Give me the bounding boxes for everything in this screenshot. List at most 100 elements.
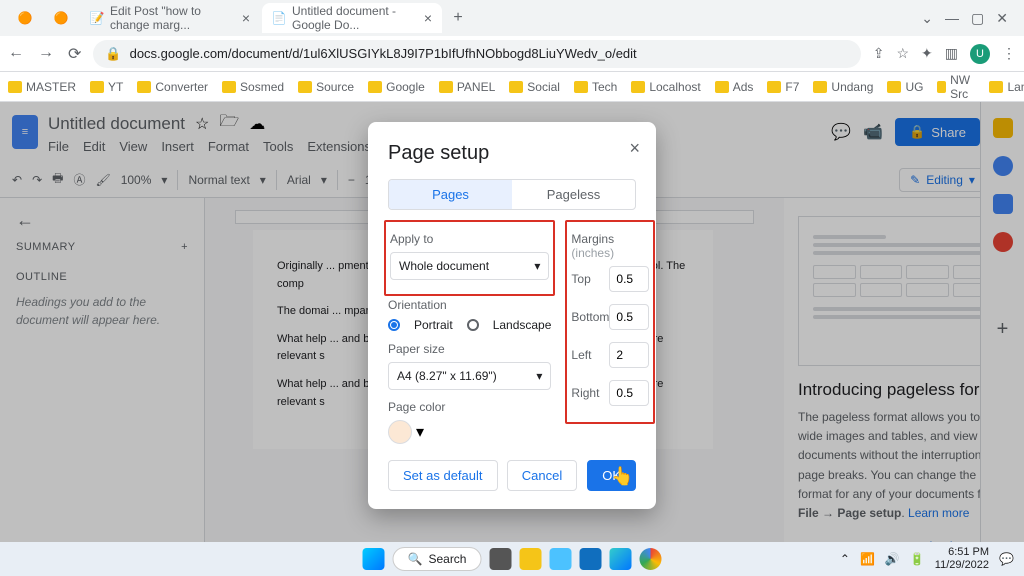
word-icon[interactable] (579, 548, 601, 570)
window-controls: ⌄ — ▢ ✕ (921, 10, 1016, 27)
folder-icon (631, 81, 645, 93)
forward-button[interactable]: → (38, 44, 54, 64)
chevron-down-icon: ▾ (536, 369, 542, 383)
speaker-icon[interactable]: 🔊 (885, 552, 900, 566)
bookmark-folder[interactable]: Converter (137, 80, 208, 94)
lock-icon: 🔒 (105, 46, 121, 62)
menu-icon[interactable]: ⋮ (1002, 45, 1016, 62)
share-icon[interactable]: ⇪ (873, 45, 885, 62)
url-input[interactable]: 🔒 docs.google.com/document/d/1ul6XlUSGIY… (93, 40, 860, 68)
margin-right-input[interactable] (609, 380, 649, 406)
folder-icon (813, 81, 827, 93)
set-default-button[interactable]: Set as default (388, 460, 498, 491)
tab-title: Untitled document - Google Do... (292, 4, 418, 32)
bookmark-folder[interactable]: MASTER (8, 80, 76, 94)
profile-avatar[interactable]: U (970, 44, 990, 64)
folder-icon (368, 81, 382, 93)
clock[interactable]: 6:51 PM 11/29/2022 (935, 546, 989, 572)
bookmark-folder[interactable]: NW Src (937, 73, 975, 101)
url-text: docs.google.com/document/d/1ul6XlUSGIYkL… (130, 46, 637, 61)
wifi-icon[interactable]: 📶 (860, 552, 875, 566)
orientation-label: Orientation (388, 298, 551, 312)
chevron-down-icon: ▾ (534, 259, 540, 273)
page-color-select[interactable] (388, 420, 412, 444)
bookmark-folder[interactable]: Social (509, 80, 560, 94)
extensions-icon[interactable]: ✦ (921, 45, 933, 62)
reload-button[interactable]: ⟳ (68, 44, 81, 64)
close-icon[interactable]: × (424, 10, 432, 26)
bookmark-folder[interactable]: Google (368, 80, 425, 94)
folder-icon (509, 81, 523, 93)
bookmark-folder[interactable]: YT (90, 80, 123, 94)
tab-pages[interactable]: Pages (389, 180, 512, 209)
bookmark-folder[interactable]: Land (989, 80, 1024, 94)
bookmark-folder[interactable]: F7 (767, 80, 799, 94)
close-icon[interactable]: × (242, 10, 250, 26)
edge-icon[interactable] (609, 548, 631, 570)
paper-size-label: Paper size (388, 342, 551, 356)
folder-icon (137, 81, 151, 93)
battery-icon[interactable]: 🔋 (910, 552, 925, 566)
chrome-icon[interactable] (639, 548, 661, 570)
tab-title: Edit Post "how to change marg... (110, 4, 236, 32)
close-icon[interactable]: × (629, 138, 640, 159)
chevron-down-icon: ▾ (416, 422, 424, 442)
chevron-down-icon[interactable]: ⌄ (921, 10, 933, 27)
notifications-icon[interactable]: 💬 (999, 552, 1014, 566)
back-button[interactable]: ← (8, 44, 24, 64)
cursor-icon: 👆 (611, 466, 633, 487)
margins-highlight: Margins (inches) Top Bottom Left Right (565, 220, 655, 424)
folder-icon (90, 81, 104, 93)
cancel-button[interactable]: Cancel (507, 460, 577, 491)
bookmark-folder[interactable]: Tech (574, 80, 617, 94)
bookmark-folder[interactable]: Ads (715, 80, 754, 94)
folder-icon (989, 81, 1003, 93)
bookmark-folder[interactable]: Source (298, 80, 354, 94)
browser-chrome: 🟠 🟠 📝 Edit Post "how to change marg... × 📄… (0, 0, 1024, 102)
radio-landscape[interactable] (467, 319, 479, 331)
margin-bottom-input[interactable] (609, 304, 649, 330)
tab-icon: 🟠 (54, 11, 68, 25)
search-input[interactable]: 🔍Search (393, 547, 482, 571)
folder-icon (767, 81, 781, 93)
bookmark-folder[interactable]: UG (887, 80, 923, 94)
bookmark-folder[interactable]: Sosmed (222, 80, 284, 94)
chevron-up-icon[interactable]: ⌃ (840, 552, 850, 566)
folder-icon (439, 81, 453, 93)
paper-size-select[interactable]: A4 (8.27" x 11.69")▾ (388, 362, 551, 390)
maximize-icon[interactable]: ▢ (971, 10, 984, 27)
tab-pageless[interactable]: Pageless (512, 180, 635, 209)
close-icon[interactable]: ✕ (996, 10, 1008, 27)
minimize-icon[interactable]: — (945, 10, 959, 27)
tab-icon: 📝 (90, 11, 104, 25)
docs-icon: 📄 (272, 11, 286, 25)
folder-icon (8, 81, 22, 93)
tab-icon: 🟠 (18, 11, 32, 25)
bookmark-folder[interactable]: Undang (813, 80, 873, 94)
margin-bottom-label: Bottom (571, 310, 609, 324)
radio-portrait[interactable] (388, 319, 400, 331)
bookmarks-bar: MASTER YT Converter Sosmed Source Google… (0, 72, 1024, 102)
tab-strip: 🟠 🟠 📝 Edit Post "how to change marg... × 📄… (0, 0, 1024, 36)
browser-tab[interactable]: 🟠 (8, 3, 42, 33)
browser-tab-active[interactable]: 📄 Untitled document - Google Do... × (262, 3, 442, 33)
folder-icon (937, 81, 946, 93)
margin-left-input[interactable] (609, 342, 649, 368)
page-color-label: Page color (388, 400, 551, 414)
panel-icon[interactable]: ▥ (945, 45, 958, 62)
new-tab-button[interactable]: + (444, 4, 472, 32)
browser-tab[interactable]: 🟠 (44, 3, 78, 33)
folder-icon (887, 81, 901, 93)
apply-to-select[interactable]: Whole document▾ (390, 252, 549, 280)
widgets-icon[interactable] (549, 548, 571, 570)
bookmark-folder[interactable]: PANEL (439, 80, 495, 94)
explorer-icon[interactable] (519, 548, 541, 570)
star-icon[interactable]: ☆ (896, 45, 909, 62)
bookmark-folder[interactable]: Localhost (631, 80, 700, 94)
margin-top-input[interactable] (609, 266, 649, 292)
margin-top-label: Top (571, 272, 590, 286)
taskview-icon[interactable] (489, 548, 511, 570)
folder-icon (715, 81, 729, 93)
browser-tab[interactable]: 📝 Edit Post "how to change marg... × (80, 3, 260, 33)
start-icon[interactable] (363, 548, 385, 570)
